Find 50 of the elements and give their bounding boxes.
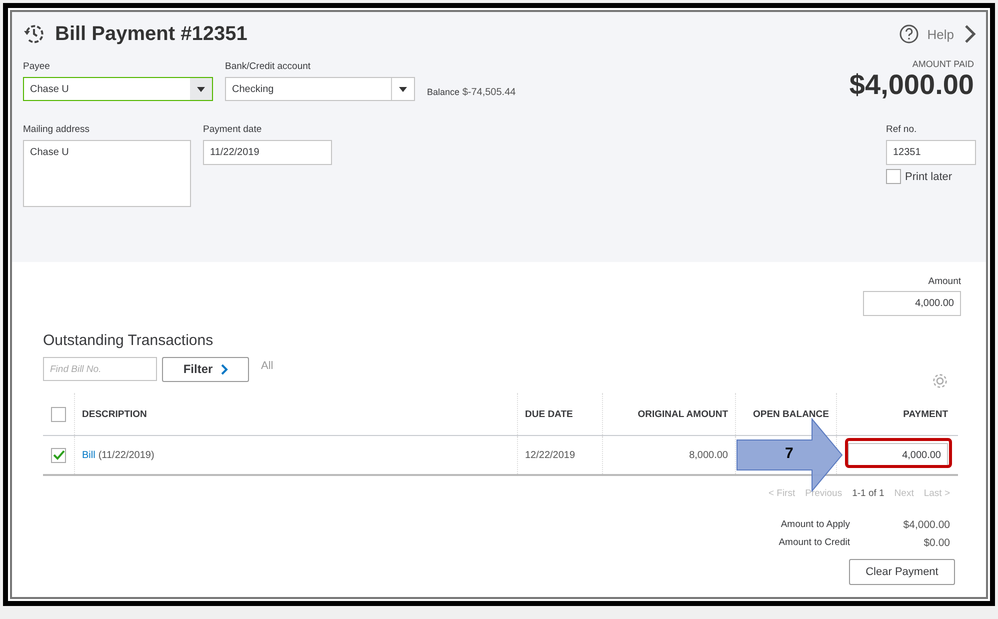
caret-icon [399,86,407,92]
summary-value: $4,000.00 [902,519,950,531]
summary-label: Amount to Apply [780,519,850,531]
summary-label: Amount to Credit [778,537,850,549]
history-icon[interactable] [23,23,45,45]
table-cell: 8,000.00 [689,450,728,460]
chevron-right-icon[interactable] [964,24,976,44]
section-title: Outstanding Transactions [43,332,214,349]
column-header: DUE DATE [525,408,573,420]
field-label: Mailing address [23,124,91,135]
checkbox[interactable] [51,406,66,422]
table-cell: 12/22/2019 [525,450,576,460]
field-label: Amount [928,276,961,287]
annotation-label: 7 [785,445,794,462]
ref-no-field[interactable]: 12351 [886,140,976,165]
amount-field[interactable]: 4,000.00 [863,291,961,316]
help-link[interactable]: Help [927,26,954,42]
checkbox[interactable] [886,169,901,184]
field-label: Bank/Credit account [225,61,312,72]
chevron-right-icon [220,364,228,374]
help-icon[interactable] [899,24,920,44]
bank-account-dropdown[interactable]: Checking [225,77,415,101]
balance-label: Balance [427,87,460,97]
table-cell: (11/22/2019) [98,450,154,460]
page-range: 1-1 of 1 [852,488,884,499]
bill-link[interactable]: Bill [82,450,96,460]
search-field[interactable]: Find Bill No. [43,357,157,381]
filter-button[interactable]: Filter [162,356,249,382]
column-header: OPEN BALANCE [752,408,829,420]
summary-value: $0.00 [922,537,950,549]
checkbox-label: Print later [905,170,952,182]
mailing-address-field[interactable]: Chase U [23,140,191,207]
column-header: DESCRIPTION [82,408,147,420]
column-header: PAYMENT [903,408,948,420]
caret-icon [197,86,205,92]
clear-payment-button[interactable]: Clear Payment [849,559,955,585]
column-header: ORIGINAL AMOUNT [638,408,728,420]
amount-paid-label: AMOUNT PAID [912,59,974,69]
payment-date-field[interactable]: 11/22/2019 [203,140,332,165]
balance-value: $-74,505.44 [462,87,516,98]
payee-dropdown[interactable]: Chase U [23,77,213,101]
field-label: Ref no. [886,124,918,135]
amount-paid-value: $4,000.00 [849,69,974,101]
field-label: Payment date [203,124,263,135]
settings-icon[interactable] [931,372,949,390]
field-label: Payee [23,61,51,72]
page-title: Bill Payment #12351 [55,22,248,46]
checkbox[interactable] [51,448,66,462]
filter-status: All [261,360,274,372]
payment-field[interactable]: 4,000.00 [848,442,948,468]
